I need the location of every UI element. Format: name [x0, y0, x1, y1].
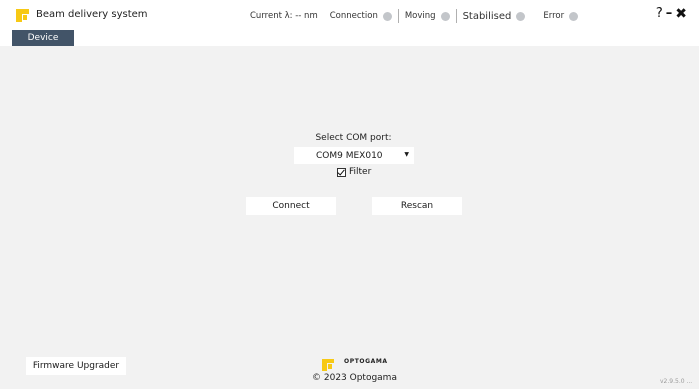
window-controls: ? – ✖: [653, 6, 687, 22]
version-label: v2.9.5.0 ...: [660, 378, 693, 385]
brand-name: OPTOGAMA: [344, 358, 388, 365]
moving-status-label: Moving: [404, 11, 436, 21]
help-icon[interactable]: ?: [656, 6, 663, 22]
connect-button[interactable]: Connect: [246, 197, 336, 215]
connection-indicator-icon: [382, 11, 392, 21]
moving-status: Moving: [405, 11, 450, 21]
copyright-text: © 2023 Optogama: [312, 373, 397, 383]
stabilised-indicator-icon: [516, 11, 526, 21]
filter-label: Filter: [349, 167, 372, 177]
optogama-logo-icon: [322, 359, 334, 371]
connection-status-label: Connection: [329, 11, 378, 21]
divider: [455, 9, 457, 23]
optogama-logo-icon: [16, 9, 29, 22]
com-port-label: Select COM port:: [315, 133, 392, 143]
dropdown-arrow-icon: ▼: [404, 151, 409, 158]
com-port-selected-value: COM9 MEX010: [316, 150, 383, 161]
minimize-icon[interactable]: –: [666, 6, 673, 22]
firmware-upgrader-button[interactable]: Firmware Upgrader: [26, 357, 126, 375]
error-status: Error: [543, 11, 579, 21]
stabilised-status: Stabilised: [463, 11, 526, 22]
com-port-select[interactable]: COM9 MEX010 ▼: [294, 147, 414, 164]
divider: [397, 9, 399, 23]
connection-status: Connection: [330, 11, 392, 21]
main-content: Select COM port:: [0, 46, 699, 389]
error-indicator-icon: [569, 11, 579, 21]
app-title: Beam delivery system: [36, 9, 148, 20]
stabilised-status-label: Stabilised: [462, 10, 512, 22]
tab-bar: Device: [0, 30, 699, 46]
tab-device[interactable]: Device: [12, 30, 74, 46]
filter-checkbox[interactable]: [337, 167, 346, 177]
close-icon[interactable]: ✖: [675, 6, 687, 22]
wavelength-readout: Current λ: -- nm: [250, 11, 318, 21]
filter-checkbox-row[interactable]: Filter: [337, 167, 371, 177]
rescan-button[interactable]: Rescan: [372, 197, 462, 215]
title-bar: Beam delivery system Current λ: -- nm Co…: [0, 0, 699, 30]
moving-indicator-icon: [440, 11, 450, 21]
status-bar: Current λ: -- nm Connection Moving Stabi…: [250, 9, 579, 23]
error-status-label: Error: [543, 11, 565, 21]
